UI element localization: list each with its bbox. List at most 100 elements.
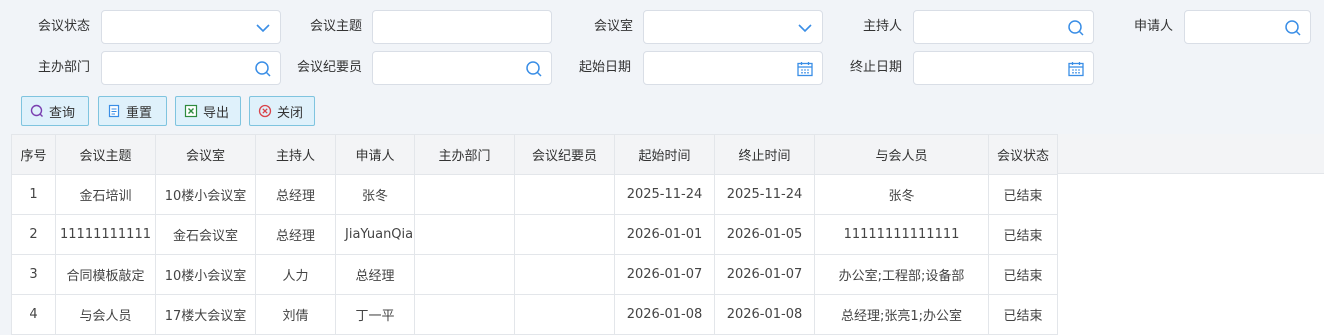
cell-status: 已结束 [988, 214, 1058, 255]
cell-start: 2026-01-08 [614, 294, 715, 335]
host-label: 主持人 [862, 19, 902, 34]
cell-applicant: JiaYuanQia [335, 214, 415, 255]
cell-room: 17楼大会议室 [155, 294, 256, 335]
cell-host: 总经理 [255, 214, 336, 255]
cell-recorder [514, 214, 615, 255]
cell-attendees: 办公室;工程部;设备部 [814, 254, 989, 295]
cell-dept [414, 174, 515, 215]
start-date-input[interactable] [643, 51, 823, 85]
col-header-recorder[interactable]: 会议纪要员 [514, 134, 615, 175]
reset-button[interactable]: 重置 [98, 96, 167, 126]
col-header-room[interactable]: 会议室 [155, 134, 256, 175]
col-header-end[interactable]: 终止时间 [714, 134, 815, 175]
room-select[interactable] [643, 10, 823, 44]
table-header-row: 序号 会议主题 会议室 主持人 申请人 主办部门 会议纪要员 起始时间 终止时间… [11, 134, 1058, 175]
export-button-label: 导出 [203, 105, 230, 121]
table-row[interactable]: 4 与会人员 17楼大会议室 刘倩 丁一平 2026-01-08 2026-01… [11, 294, 1058, 335]
topic-label: 会议主题 [309, 19, 362, 34]
col-header-host[interactable]: 主持人 [255, 134, 336, 175]
cell-recorder [514, 254, 615, 295]
cell-status: 已结束 [988, 254, 1058, 295]
cell-host: 刘倩 [255, 294, 336, 335]
cell-room: 10楼小会议室 [155, 254, 256, 295]
cell-host: 总经理 [255, 174, 336, 215]
col-header-attendees[interactable]: 与会人员 [814, 134, 989, 175]
query-button-label: 查询 [49, 105, 76, 121]
cell-start: 2025-11-24 [614, 174, 715, 215]
close-button[interactable]: 关闭 [249, 96, 315, 126]
cell-topic: 与会人员 [55, 294, 156, 335]
chevron-down-icon [798, 24, 812, 33]
cell-start: 2026-01-01 [614, 214, 715, 255]
dept-input[interactable] [101, 51, 281, 85]
cell-recorder [514, 174, 615, 215]
cell-topic: 金石培训 [55, 174, 156, 215]
cell-dept [414, 214, 515, 255]
topic-input[interactable] [372, 10, 552, 44]
search-icon[interactable] [1067, 19, 1085, 37]
cell-index: 4 [11, 294, 56, 335]
meeting-grid: 序号 会议主题 会议室 主持人 申请人 主办部门 会议纪要员 起始时间 终止时间… [11, 134, 1058, 335]
chevron-down-icon [256, 24, 270, 33]
cell-dept [414, 254, 515, 295]
cell-status: 已结束 [988, 294, 1058, 335]
cell-applicant: 丁一平 [335, 294, 415, 335]
calendar-icon[interactable] [796, 60, 814, 78]
col-header-dept[interactable]: 主办部门 [414, 134, 515, 175]
col-header-start[interactable]: 起始时间 [614, 134, 715, 175]
search-icon[interactable] [525, 60, 543, 78]
cell-attendees: 总经理;张亮1;办公室 [814, 294, 989, 335]
search-icon[interactable] [1284, 19, 1302, 37]
search-icon [30, 104, 43, 117]
status-select[interactable] [101, 10, 281, 44]
end-date-label: 终止日期 [849, 60, 902, 75]
cell-room: 金石会议室 [155, 214, 256, 255]
cell-host: 人力 [255, 254, 336, 295]
cell-dept [414, 294, 515, 335]
cell-index: 2 [11, 214, 56, 255]
cell-applicant: 总经理 [335, 254, 415, 295]
cell-end: 2026-01-07 [714, 254, 815, 295]
cell-topic: 合同模板敲定 [55, 254, 156, 295]
cell-end: 2026-01-05 [714, 214, 815, 255]
cell-end: 2025-11-24 [714, 174, 815, 215]
query-button[interactable]: 查询 [21, 96, 89, 126]
status-label: 会议状态 [37, 19, 90, 34]
col-header-index[interactable]: 序号 [11, 134, 56, 175]
cell-applicant: 张冬 [335, 174, 415, 215]
dept-label: 主办部门 [37, 60, 90, 75]
close-circle-icon [258, 104, 272, 118]
col-header-applicant[interactable]: 申请人 [335, 134, 415, 175]
cell-status: 已结束 [988, 174, 1058, 215]
meeting-table: 序号 会议主题 会议室 主持人 申请人 主办部门 会议纪要员 起始时间 终止时间… [11, 134, 1324, 335]
col-header-topic[interactable]: 会议主题 [55, 134, 156, 175]
room-label: 会议室 [593, 19, 633, 34]
export-button[interactable]: 导出 [175, 96, 241, 126]
close-button-label: 关闭 [277, 105, 304, 121]
cell-room: 10楼小会议室 [155, 174, 256, 215]
cell-attendees: 张冬 [814, 174, 989, 215]
cell-topic: 11111111111 [55, 214, 156, 255]
table-row[interactable]: 1 金石培训 10楼小会议室 总经理 张冬 2025-11-24 2025-11… [11, 174, 1058, 215]
excel-icon [184, 104, 198, 118]
table-row[interactable]: 2 11111111111 金石会议室 总经理 JiaYuanQia 2026-… [11, 214, 1058, 255]
reset-button-label: 重置 [126, 105, 153, 121]
applicant-input[interactable] [1184, 10, 1311, 44]
cell-recorder [514, 294, 615, 335]
cell-attendees: 11111111111111 [814, 214, 989, 255]
document-icon [108, 104, 120, 118]
calendar-icon[interactable] [1067, 60, 1085, 78]
search-icon[interactable] [254, 60, 272, 78]
host-input[interactable] [913, 10, 1094, 44]
cell-start: 2026-01-07 [614, 254, 715, 295]
cell-index: 1 [11, 174, 56, 215]
recorder-label: 会议纪要员 [296, 60, 362, 75]
end-date-input[interactable] [913, 51, 1094, 85]
cell-end: 2026-01-08 [714, 294, 815, 335]
table-row[interactable]: 3 合同模板敲定 10楼小会议室 人力 总经理 2026-01-07 2026-… [11, 254, 1058, 295]
applicant-label: 申请人 [1133, 19, 1173, 34]
col-header-status[interactable]: 会议状态 [988, 134, 1058, 175]
start-date-label: 起始日期 [578, 60, 631, 75]
recorder-input[interactable] [372, 51, 552, 85]
cell-index: 3 [11, 254, 56, 295]
